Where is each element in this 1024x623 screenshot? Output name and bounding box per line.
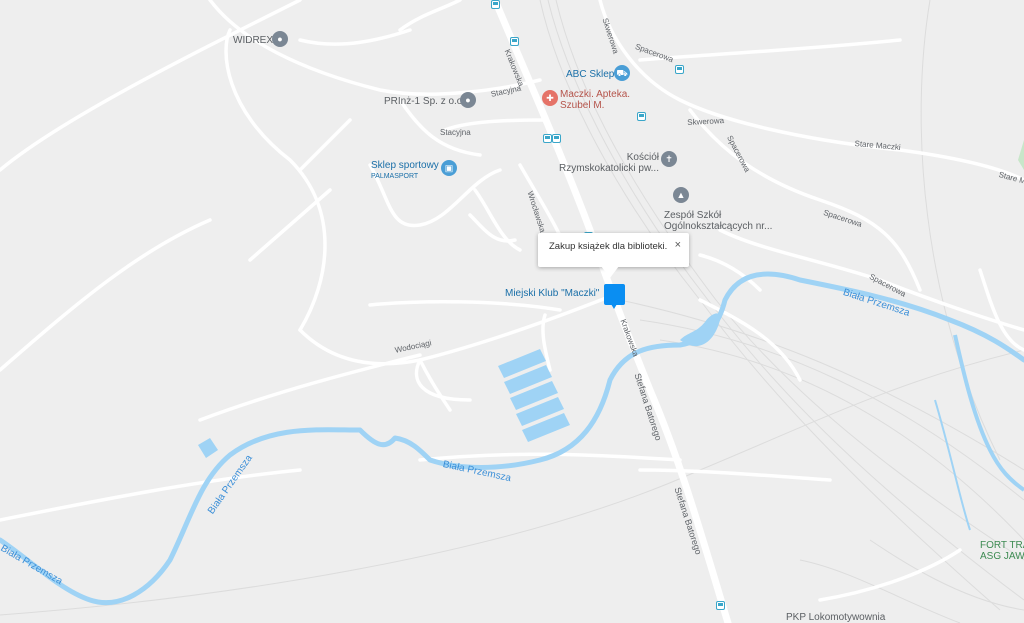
bus-stop-icon[interactable] [675, 65, 684, 74]
street-label-stacyjna: Stacyjna [440, 128, 471, 137]
place-label-prinz[interactable]: PRInż-1 Sp. z o.o [384, 96, 462, 107]
place-label-fort[interactable]: FORT TRA ASG JAWORZN [980, 540, 1024, 562]
selected-marker-icon[interactable] [604, 284, 625, 309]
place-label-zespol-line2: Ogólnokształcących nr... [664, 221, 773, 232]
map-pin-icon[interactable]: ● [460, 92, 476, 108]
water-basins [498, 349, 570, 442]
church-icon[interactable]: ✝ [661, 151, 677, 167]
place-label-apteka[interactable]: Maczki. Apteka. Szubel M. [560, 89, 630, 111]
water-pond-west [198, 438, 218, 458]
river-branch [953, 334, 1024, 492]
bus-stop-icon[interactable] [716, 601, 725, 610]
place-label-sklep-sportowy[interactable]: Sklep sportowy PALMASPORT [371, 160, 439, 182]
bus-stop-icon[interactable] [552, 134, 561, 143]
info-window-text: Zakup książek dla biblioteki. [549, 241, 668, 252]
place-label-miejski-klub[interactable]: Miejski Klub "Maczki" [505, 288, 599, 299]
place-label-kosciol-line2: Rzymskokatolicki pw... [558, 163, 659, 174]
close-icon[interactable]: × [675, 239, 681, 251]
place-label-fort-line2: ASG JAWORZN [980, 551, 1024, 562]
info-window-tail [601, 266, 619, 278]
bus-stop-icon[interactable] [637, 112, 646, 121]
street-label-skwerowa: Skwerowa [687, 116, 725, 127]
info-window: Zakup książek dla biblioteki. × [538, 233, 689, 278]
shopping-bag-icon[interactable]: ▣ [441, 160, 457, 176]
green-area [1018, 140, 1024, 170]
map-pin-icon[interactable]: ● [272, 31, 288, 47]
cart-icon[interactable]: ⛟ [614, 65, 630, 81]
school-icon[interactable]: ▲ [673, 187, 689, 203]
place-label-pkp[interactable]: PKP Lokomotywownia [786, 612, 885, 623]
pharmacy-icon[interactable]: ✚ [542, 90, 558, 106]
place-label-kosciol[interactable]: Kościół Rzymskokatolicki pw... [557, 152, 659, 174]
place-label-zespol-szkol[interactable]: Zespół Szkół Ogólnokształcących nr... [664, 210, 772, 232]
place-label-sklep-line1: Sklep sportowy [371, 160, 439, 171]
water-pond-east [680, 313, 721, 347]
bus-stop-icon[interactable] [543, 134, 552, 143]
place-label-sklep-line2: PALMASPORT [371, 173, 419, 180]
place-label-apteka-line2: Szubel M. [560, 100, 605, 111]
bus-stop-icon[interactable] [491, 0, 500, 9]
stream [934, 399, 971, 531]
place-label-fort-line1: FORT TRA [980, 540, 1024, 551]
place-label-zespol-line1: Zespół Szkół [664, 210, 722, 221]
bus-stop-icon[interactable] [510, 37, 519, 46]
place-label-apteka-line1: Maczki. Apteka. [560, 89, 631, 100]
place-label-widrex[interactable]: WIDREX [233, 35, 273, 46]
river-biala-przemsza [0, 271, 1024, 606]
place-label-abc-sklep[interactable]: ABC Sklep [566, 69, 614, 80]
place-label-kosciol-line1: Kościół [626, 152, 659, 163]
map-canvas[interactable]: Krakowska Krakowska Stacyjna Stacyjna Sk… [0, 0, 1024, 623]
